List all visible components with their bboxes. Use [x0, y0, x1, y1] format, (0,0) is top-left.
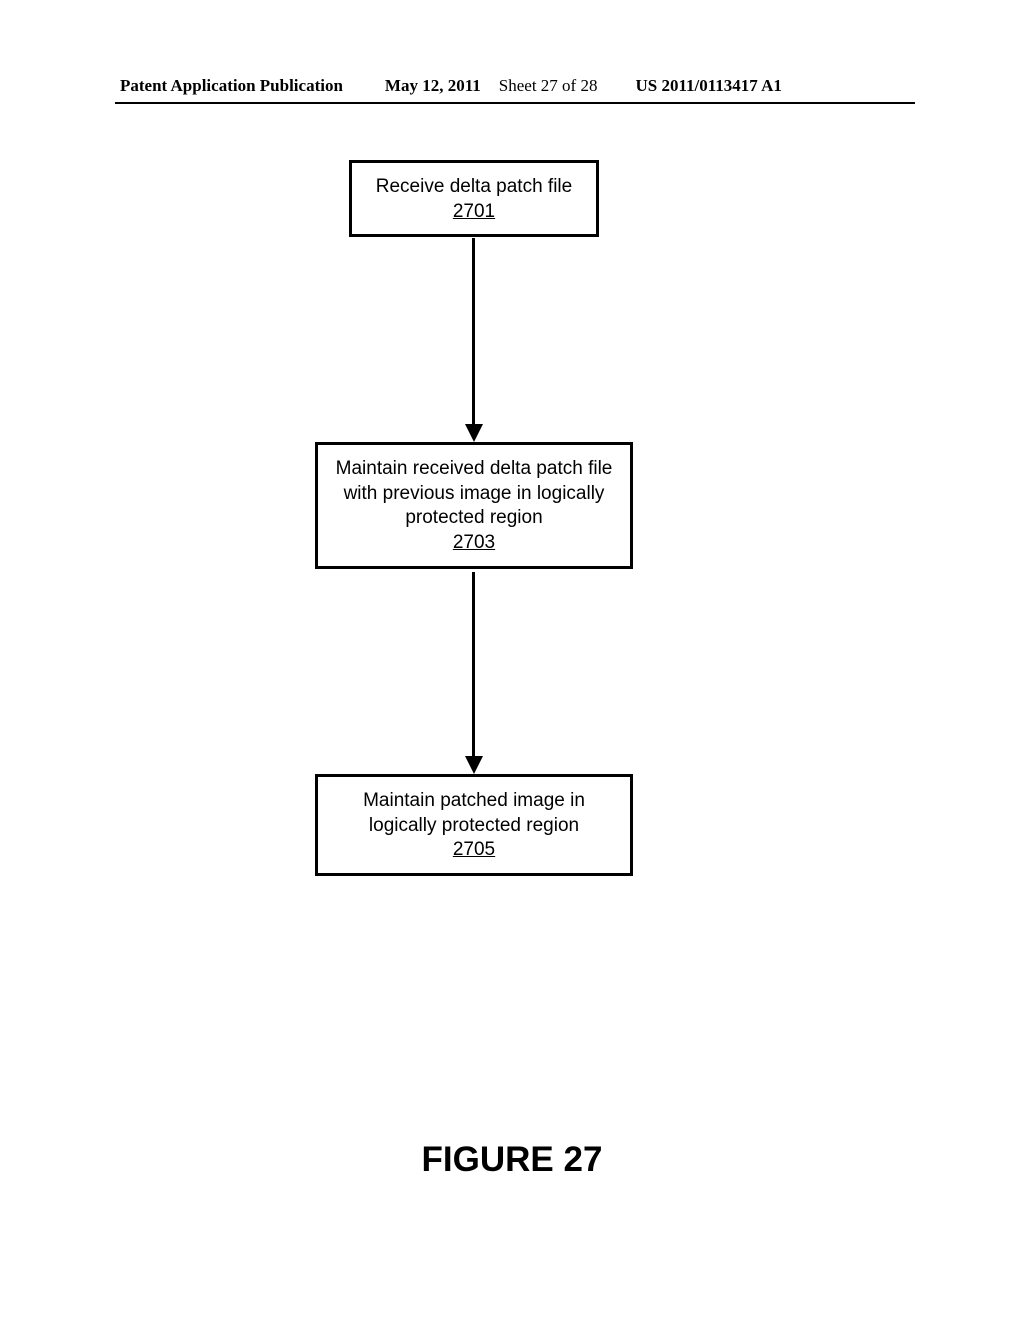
header-publication: Patent Application Publication [120, 76, 343, 96]
flow-step-3-ref: 2705 [334, 838, 614, 863]
flow-step-3-text: Maintain patched image in logically prot… [334, 789, 614, 838]
flow-step-1-text: Receive delta patch file [368, 175, 580, 200]
arrow-1-line [472, 238, 475, 426]
arrow-2-head [465, 756, 483, 774]
arrow-2-line [472, 572, 475, 758]
flow-step-2-text: Maintain received delta patch file with … [334, 457, 614, 531]
flow-step-2: Maintain received delta patch file with … [315, 442, 633, 569]
header-docnum: US 2011/0113417 A1 [635, 76, 781, 96]
header-divider [115, 102, 915, 104]
flow-step-1: Receive delta patch file 2701 [349, 160, 599, 237]
arrow-1-head [465, 424, 483, 442]
header-date: May 12, 2011 [385, 76, 481, 96]
figure-label: FIGURE 27 [0, 1140, 1024, 1180]
page-header: Patent Application Publication May 12, 2… [0, 76, 1024, 96]
header-sheet: Sheet 27 of 28 [499, 76, 598, 96]
flow-step-1-ref: 2701 [368, 200, 580, 225]
flow-step-3: Maintain patched image in logically prot… [315, 774, 633, 876]
flow-step-2-ref: 2703 [334, 531, 614, 556]
